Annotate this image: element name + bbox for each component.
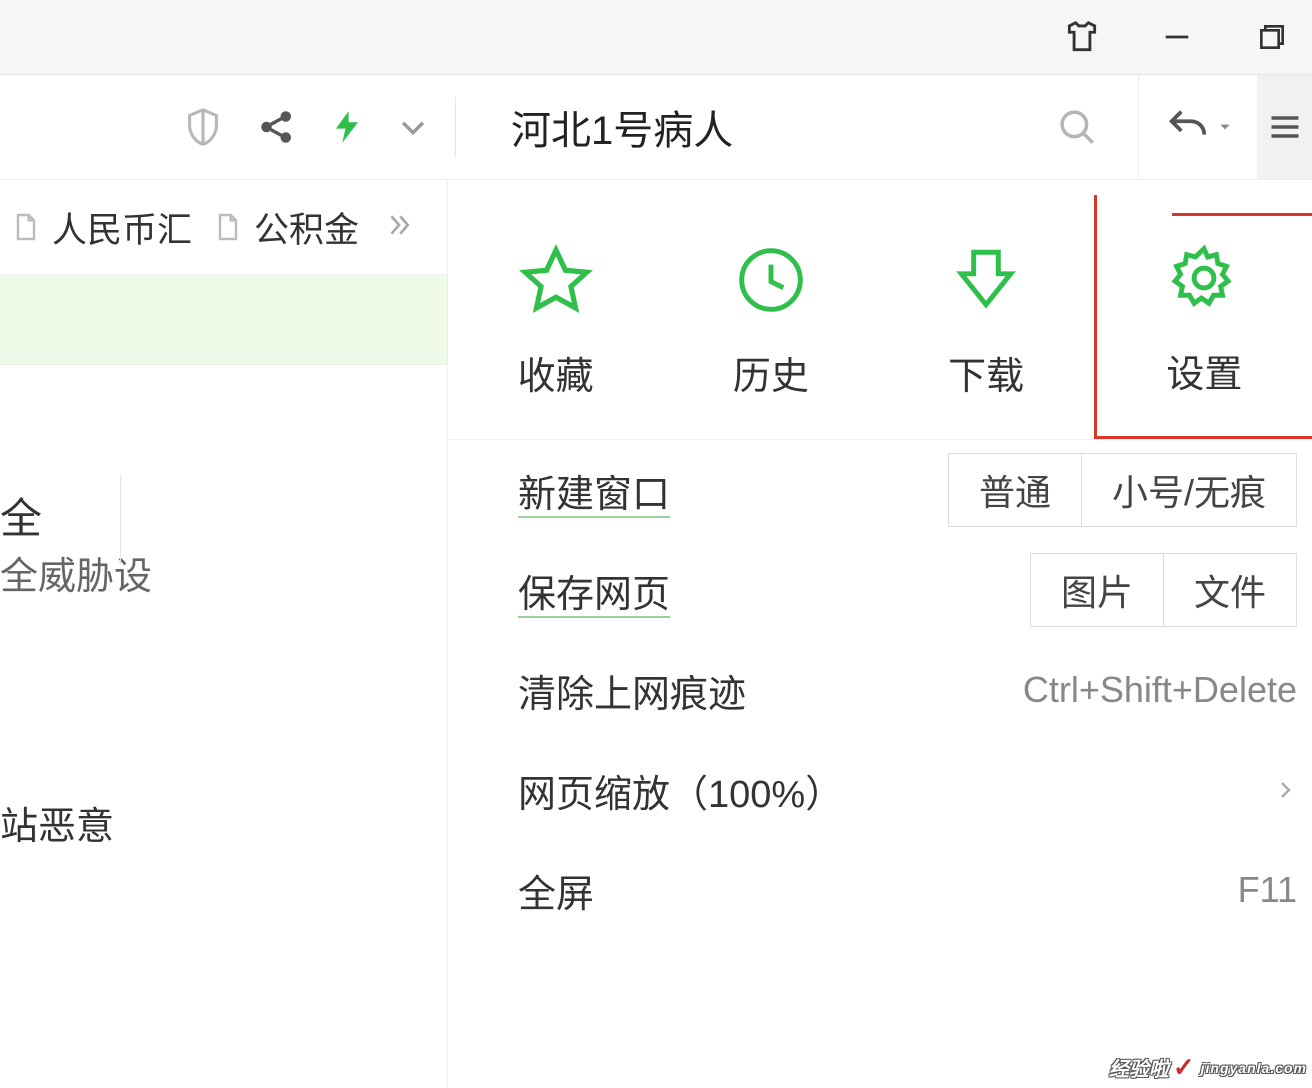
save-page-file[interactable]: 文件 xyxy=(1163,554,1296,626)
minimize-button[interactable] xyxy=(1157,17,1197,57)
menu-button[interactable] xyxy=(1257,75,1312,179)
page-icon xyxy=(212,207,244,247)
menu-history[interactable]: 历史 xyxy=(663,195,878,439)
menu-history-label: 历史 xyxy=(733,345,809,400)
side-sub-fragment: 全威胁设 xyxy=(0,545,152,600)
toolbar-divider xyxy=(455,97,456,157)
download-icon xyxy=(949,235,1023,325)
menu-zoom-label: 网页缩放（100%） xyxy=(518,763,843,818)
menu-settings[interactable]: 设置 xyxy=(1094,195,1312,439)
maximize-button[interactable] xyxy=(1252,17,1292,57)
watermark-sub: jingyanla.com xyxy=(1201,1060,1307,1076)
search-text: 河北1号病人 xyxy=(511,98,1036,156)
chevron-right-icon xyxy=(1273,769,1297,812)
side-lower-fragment: 站恶意 xyxy=(0,795,114,850)
watermark-main: 经验啦 xyxy=(1109,1053,1169,1082)
lightning-icon[interactable] xyxy=(328,105,366,149)
menu-favorites-label: 收藏 xyxy=(518,345,594,400)
menu-settings-label: 设置 xyxy=(1166,343,1242,398)
menu-zoom[interactable]: 网页缩放（100%） xyxy=(448,740,1312,840)
bookmarks-overflow-icon[interactable] xyxy=(384,210,414,245)
shield-icon[interactable] xyxy=(180,104,226,150)
menu-save-page-label: 保存网页 xyxy=(518,574,670,618)
menu-new-window-label: 新建窗口 xyxy=(518,474,670,518)
menu-new-window[interactable]: 新建窗口 普通 小号/无痕 xyxy=(448,440,1312,540)
save-page-options: 图片 文件 xyxy=(1030,553,1297,627)
left-pane: 人民币汇 公积金 全 全威胁设 站恶意 xyxy=(0,180,448,1088)
clock-icon xyxy=(734,235,808,325)
page-icon xyxy=(10,207,42,247)
settings-highlight-border xyxy=(1172,213,1312,216)
menu-clear-trace-label: 清除上网痕迹 xyxy=(518,663,746,718)
main-menu-panel: 收藏 历史 下载 设置 新建窗口 xyxy=(448,180,1312,1088)
menu-fullscreen[interactable]: 全屏 F11 xyxy=(448,840,1312,940)
bookmark-label: 公积金 xyxy=(254,202,359,253)
new-window-incognito[interactable]: 小号/无痕 xyxy=(1081,454,1296,526)
watermark: 经验啦 ✓ jingyanla.com xyxy=(1109,1052,1307,1083)
bookmark-item-rmb[interactable]: 人民币汇 xyxy=(10,202,192,253)
side-divider xyxy=(120,475,121,565)
menu-favorites[interactable]: 收藏 xyxy=(448,195,663,439)
check-icon: ✓ xyxy=(1173,1052,1195,1083)
save-page-image[interactable]: 图片 xyxy=(1031,554,1163,626)
menu-fullscreen-label: 全屏 xyxy=(518,863,594,918)
menu-downloads-label: 下载 xyxy=(948,345,1024,400)
bookmarks-bar: 人民币汇 公积金 xyxy=(0,180,447,275)
menu-downloads[interactable]: 下载 xyxy=(879,195,1094,439)
side-heading-fragment: 全 xyxy=(0,485,42,546)
new-window-options: 普通 小号/无痕 xyxy=(948,453,1297,527)
chevron-down-icon[interactable] xyxy=(396,110,430,144)
bookmark-item-gjj[interactable]: 公积金 xyxy=(212,202,359,253)
fullscreen-shortcut: F11 xyxy=(1238,869,1297,911)
extension-tshirt-icon[interactable] xyxy=(1062,17,1102,57)
new-window-normal[interactable]: 普通 xyxy=(949,454,1081,526)
highlighted-bar xyxy=(0,275,447,365)
bookmark-label: 人民币汇 xyxy=(52,202,192,253)
toolbar: 河北1号病人 xyxy=(0,75,1312,180)
gear-icon xyxy=(1167,233,1241,323)
dropdown-caret-icon xyxy=(1218,120,1232,134)
clear-trace-shortcut: Ctrl+Shift+Delete xyxy=(1023,669,1297,711)
share-icon[interactable] xyxy=(256,106,298,148)
search-box[interactable]: 河北1号病人 xyxy=(481,75,1138,179)
window-titlebar xyxy=(0,0,1312,75)
menu-clear-trace[interactable]: 清除上网痕迹 Ctrl+Shift+Delete xyxy=(448,640,1312,740)
menu-grid: 收藏 历史 下载 设置 xyxy=(448,180,1312,440)
undo-button[interactable] xyxy=(1138,75,1257,179)
menu-save-page[interactable]: 保存网页 图片 文件 xyxy=(448,540,1312,640)
search-icon[interactable] xyxy=(1036,106,1118,148)
star-icon xyxy=(517,235,595,325)
